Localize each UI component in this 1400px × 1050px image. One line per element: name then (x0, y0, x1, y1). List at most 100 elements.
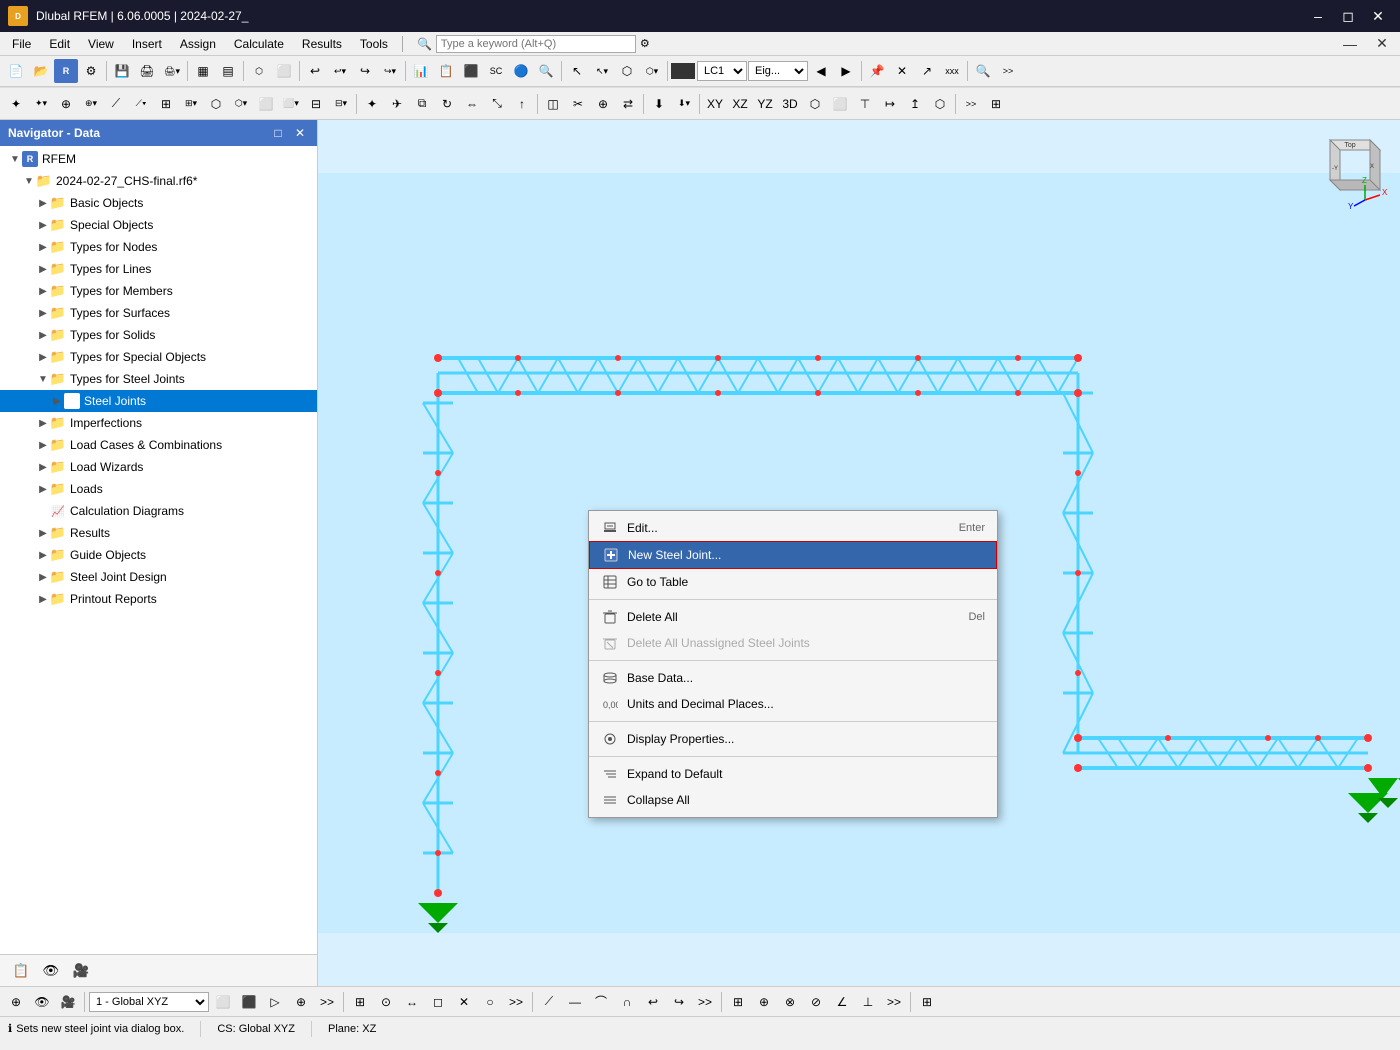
search-input[interactable] (436, 35, 636, 53)
close-button[interactable]: ✕ (1364, 2, 1392, 30)
view-3d-btn[interactable]: 3D (778, 92, 802, 116)
toggle-load-wizards[interactable] (36, 460, 50, 474)
select-combo-btn[interactable]: ⬡▾ (640, 59, 664, 83)
btm-arc2-btn[interactable]: ∩ (615, 990, 639, 1014)
float-button[interactable]: ― (1336, 30, 1364, 58)
ctx-delete-all[interactable]: Delete All Del (589, 604, 997, 630)
draw-surf-btn[interactable]: ⬡ (204, 92, 228, 116)
toggle-types-surfaces[interactable] (36, 306, 50, 320)
tree-load-cases[interactable]: 📁 Load Cases & Combinations (0, 434, 317, 456)
toggle-types-members[interactable] (36, 284, 50, 298)
view-results3[interactable]: ⬛ (459, 59, 483, 83)
draw-solid-combo-btn[interactable]: ⬜▾ (279, 92, 303, 116)
tree-special-objects[interactable]: 📁 Special Objects (0, 214, 317, 236)
extend-draw-btn[interactable]: >> (959, 92, 983, 116)
tree-calc-diagrams[interactable]: 📈 Calculation Diagrams (0, 500, 317, 522)
view-results1[interactable]: 📊 (409, 59, 433, 83)
copy-btn[interactable]: ⧉ (410, 92, 434, 116)
move-btn[interactable]: ✈ (385, 92, 409, 116)
btm-btn3[interactable]: ▷ (263, 990, 287, 1014)
lc-combo[interactable]: LC1 (697, 61, 747, 81)
menu-edit[interactable]: Edit (41, 35, 78, 53)
toggle-imperfections[interactable] (36, 416, 50, 430)
toggle-results[interactable] (36, 526, 50, 540)
more-btn[interactable]: xxx (940, 59, 964, 83)
btm-redo-btn[interactable]: ↪ (667, 990, 691, 1014)
draw-star-btn[interactable]: ✦ (4, 92, 28, 116)
toggle-rfem[interactable] (8, 152, 22, 166)
nav-view-btn[interactable]: 👁 (38, 958, 64, 984)
view-free-btn[interactable]: ⬡ (928, 92, 952, 116)
table2-btn[interactable]: ▤ (216, 59, 240, 83)
load-combo-btn[interactable]: ⬇▾ (672, 92, 696, 116)
open-btn[interactable]: 📂 (29, 59, 53, 83)
btm-dim-btn[interactable]: ↔ (400, 990, 424, 1014)
tree-rfem[interactable]: R RFEM (0, 148, 317, 170)
tree-loads[interactable]: 📁 Loads (0, 478, 317, 500)
toggle-types-nodes[interactable] (36, 240, 50, 254)
extrude-btn[interactable]: ↑ (510, 92, 534, 116)
toggle-basic-objects[interactable] (36, 196, 50, 210)
select-btn[interactable]: ⬡ (615, 59, 639, 83)
break-btn[interactable]: ✂ (566, 92, 590, 116)
menu-file[interactable]: File (4, 35, 39, 53)
bottom-cam-btn[interactable]: 🎥 (56, 990, 80, 1014)
prev-btn[interactable]: ◀ (809, 59, 833, 83)
btm-circ-btn[interactable]: ○ (478, 990, 502, 1014)
table-btn[interactable]: ▦ (191, 59, 215, 83)
draw-opening-btn[interactable]: ⊟ (304, 92, 328, 116)
pin-btn[interactable]: 📌 (865, 59, 889, 83)
mirror-btn[interactable]: ⇔ (460, 92, 484, 116)
tree-project[interactable]: 📁 2024-02-27_CHS-final.rf6* (0, 170, 317, 192)
minimize-button[interactable]: – (1304, 2, 1332, 30)
nav-close-btn[interactable]: ✕ (291, 124, 309, 142)
draw-star-combo-btn[interactable]: ✦▾ (29, 92, 53, 116)
undo-combo-btn[interactable]: ↩▾ (328, 59, 352, 83)
menu-insert[interactable]: Insert (124, 35, 170, 53)
draw-member-btn[interactable]: ⊞ (154, 92, 178, 116)
settings-btn[interactable]: ⚙ (79, 59, 103, 83)
view-persp-btn[interactable]: ⬜ (828, 92, 852, 116)
bottom-snap-btn[interactable]: ⊕ (4, 990, 28, 1014)
cursor-combo-btn[interactable]: ↖▾ (590, 59, 614, 83)
close-panel-button[interactable]: ✕ (1368, 30, 1396, 58)
rfem-btn[interactable]: R (54, 59, 78, 83)
tree-basic-objects[interactable]: 📁 Basic Objects (0, 192, 317, 214)
menu-calculate[interactable]: Calculate (226, 35, 292, 53)
print-btn[interactable]: 🖨 (135, 59, 159, 83)
view-isometric-btn[interactable]: ⬡ (803, 92, 827, 116)
redo-btn[interactable]: ↪ (353, 59, 377, 83)
new-btn[interactable]: 📄 (4, 59, 28, 83)
btm-btn5[interactable]: >> (315, 990, 339, 1014)
toggle-special-objects[interactable] (36, 218, 50, 232)
btm-render2-btn[interactable]: ⊞ (915, 990, 939, 1014)
ctx-edit[interactable]: Edit... Enter (589, 515, 997, 541)
grid-btn[interactable]: ⊞ (984, 92, 1008, 116)
toggle-loads[interactable] (36, 482, 50, 496)
btm-perp-btn[interactable]: ⊥ (856, 990, 880, 1014)
tree-types-lines[interactable]: 📁 Types for Lines (0, 258, 317, 280)
btm-angle-btn[interactable]: ∠ (830, 990, 854, 1014)
ctx-expand[interactable]: Expand to Default (589, 761, 997, 787)
menu-results[interactable]: Results (294, 35, 350, 53)
tree-types-nodes[interactable]: 📁 Types for Nodes (0, 236, 317, 258)
zoom-btn[interactable]: 🔍 (971, 59, 995, 83)
tree-guide-objects[interactable]: 📁 Guide Objects (0, 544, 317, 566)
tree-imperfections[interactable]: 📁 Imperfections (0, 412, 317, 434)
view-xz-btn[interactable]: XZ (728, 92, 752, 116)
btm-btn4[interactable]: ⊕ (289, 990, 313, 1014)
btm-line2-btn[interactable]: — (563, 990, 587, 1014)
btm-grid2-btn[interactable]: ⊞ (726, 990, 750, 1014)
navigator-header-buttons[interactable]: □ ✕ (269, 124, 309, 142)
toggle-types-solids[interactable] (36, 328, 50, 342)
toggle-printout-reports[interactable] (36, 592, 50, 606)
btm-snap2-btn[interactable]: ⊕ (752, 990, 776, 1014)
toggle-types-lines[interactable] (36, 262, 50, 276)
rotate-btn[interactable]: ↻ (435, 92, 459, 116)
view-top-btn[interactable]: ⊤ (853, 92, 877, 116)
btm-extra-btn[interactable]: >> (504, 990, 528, 1014)
btm-sel-btn[interactable]: ◻ (426, 990, 450, 1014)
view-cube[interactable]: Top -Y X X Z Y (1310, 130, 1390, 210)
toggle-project[interactable] (22, 174, 36, 188)
btm-snap4-btn[interactable]: ⊘ (804, 990, 828, 1014)
